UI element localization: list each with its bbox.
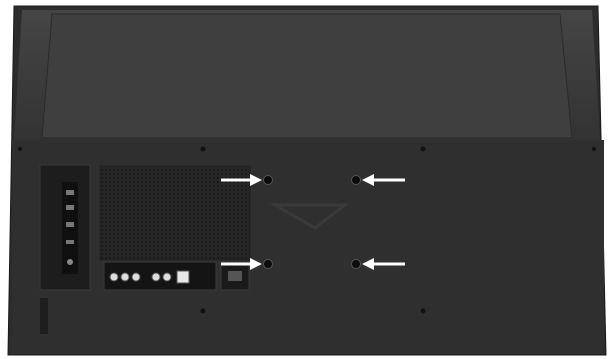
side-button-strip — [40, 298, 48, 334]
coax-port — [228, 271, 242, 281]
av-jack — [131, 272, 141, 282]
upper-shell-inset — [41, 13, 573, 139]
screw — [18, 147, 22, 151]
mount-hole — [351, 259, 361, 269]
audio-jack — [162, 272, 172, 282]
screw — [592, 147, 596, 151]
ethernet-port — [176, 270, 190, 284]
usb-port — [66, 240, 74, 244]
screw — [420, 146, 426, 152]
mount-hole — [263, 259, 273, 269]
hdmi-port — [66, 190, 74, 195]
mount-hole — [263, 175, 273, 185]
tv-back-photo — [0, 0, 613, 359]
av-jack — [109, 272, 119, 282]
tv-back-illustration — [7, 5, 607, 356]
av-jack — [120, 272, 130, 282]
screw — [200, 146, 206, 152]
screw — [420, 308, 426, 314]
screw — [200, 308, 206, 314]
power-port — [67, 259, 73, 265]
mount-hole — [351, 175, 361, 185]
audio-jack — [151, 272, 161, 282]
hdmi-port — [66, 205, 74, 210]
hdmi-port — [66, 222, 74, 227]
